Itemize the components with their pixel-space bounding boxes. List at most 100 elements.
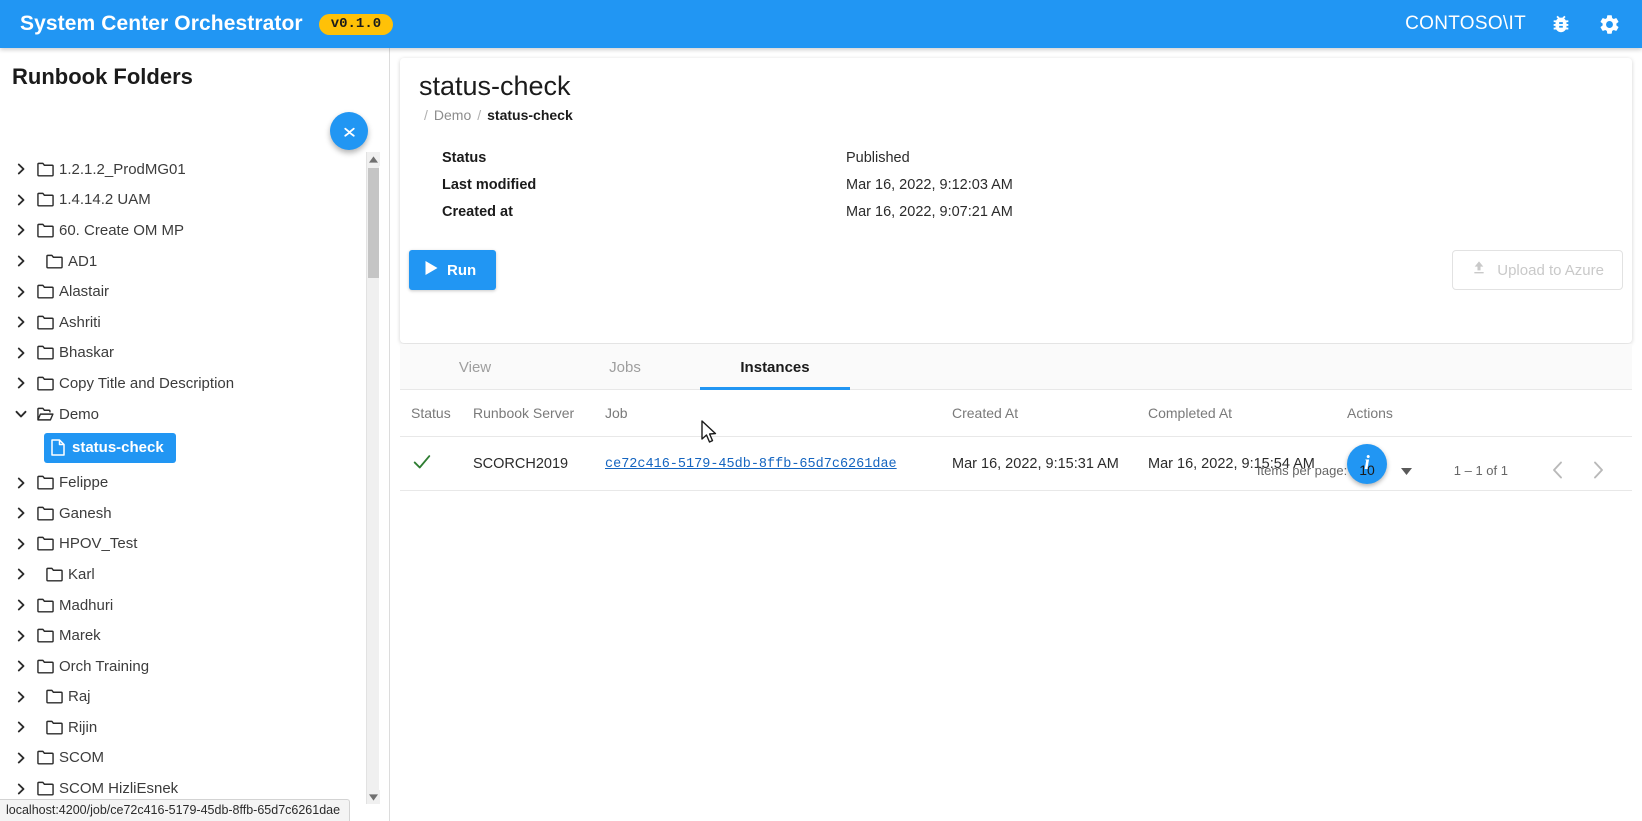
chevron-right-icon[interactable]: [10, 347, 32, 359]
paginator: Items per page: 10 1 – 1 of 1: [400, 444, 1632, 496]
chevron-right-icon[interactable]: [10, 286, 32, 298]
folder-node-ashriti[interactable]: Ashriti: [0, 307, 389, 338]
chevron-right-icon[interactable]: [10, 507, 32, 519]
chevron-right-icon[interactable]: [10, 599, 32, 611]
folder-node-marek[interactable]: Marek: [0, 620, 389, 651]
folder-icon: [32, 536, 58, 551]
col-header-created-at: Created At: [952, 405, 1019, 421]
chevron-right-icon[interactable]: [10, 568, 32, 580]
folder-node-alastair[interactable]: Alastair: [0, 276, 389, 307]
tab-instances[interactable]: Instances: [700, 344, 850, 390]
folder-node-karl[interactable]: Karl: [0, 559, 389, 590]
folder-node-demo[interactable]: Demo: [0, 399, 389, 430]
chevron-right-icon[interactable]: [10, 783, 32, 795]
items-per-page-select[interactable]: 10: [1359, 462, 1412, 478]
folder-icon: [32, 345, 58, 360]
folder-node-orch-training[interactable]: Orch Training: [0, 651, 389, 682]
folder-node-label: SCOM HizliEsnek: [59, 780, 179, 798]
chevron-right-icon[interactable]: [10, 316, 32, 328]
folder-node-label: Ashriti: [59, 313, 101, 331]
folder-icon: [32, 659, 58, 674]
folder-icon: [41, 689, 67, 704]
breadcrumb-link-demo[interactable]: Demo: [434, 107, 471, 123]
folder-node-copy-title-and-description[interactable]: Copy Title and Description: [0, 368, 389, 399]
chevron-right-icon[interactable]: [1578, 450, 1618, 490]
play-icon: [425, 261, 438, 279]
sidebar-item-status-check[interactable]: status-check: [44, 433, 176, 464]
upload-to-azure-button[interactable]: Upload to Azure: [1452, 250, 1623, 290]
folder-icon: [32, 506, 58, 521]
folder-icon: [41, 720, 67, 735]
chevron-right-icon[interactable]: [10, 194, 32, 206]
folder-icon: [32, 598, 58, 613]
chevron-right-icon[interactable]: [10, 377, 32, 389]
folder-node-label: Felippe: [59, 474, 109, 492]
folder-node-bhaskar[interactable]: Bhaskar: [0, 338, 389, 369]
chevron-right-icon[interactable]: [10, 538, 32, 550]
folder-node-label: Demo: [59, 405, 100, 423]
chevron-right-icon[interactable]: [10, 630, 32, 642]
meta-label-status: Status: [442, 150, 487, 167]
items-per-page-label: Items per page:: [1256, 462, 1348, 478]
tab-jobs[interactable]: Jobs: [550, 344, 700, 390]
app-header: System Center Orchestrator v0.1.0 CONTOS…: [0, 0, 1642, 48]
scroll-down-icon[interactable]: [367, 790, 380, 804]
gear-icon[interactable]: [1596, 11, 1622, 37]
sidebar-scrollbar[interactable]: [366, 152, 380, 804]
folder-icon: [32, 628, 58, 643]
upload-icon: [1471, 260, 1487, 280]
meta-label-last-modified: Last modified: [442, 177, 537, 194]
folder-node-felippe[interactable]: Felippe: [0, 467, 389, 498]
col-header-status: Status: [411, 405, 451, 421]
chevron-right-icon[interactable]: [10, 477, 32, 489]
chevron-right-icon[interactable]: [10, 721, 32, 733]
chevron-right-icon[interactable]: [10, 691, 32, 703]
tab-jobs-label: Jobs: [609, 358, 641, 376]
chevron-right-icon[interactable]: [10, 752, 32, 764]
run-button[interactable]: Run: [409, 250, 497, 290]
col-header-runbook-server: Runbook Server: [473, 405, 575, 421]
folder-icon: [32, 376, 58, 391]
folder-node-label: Orch Training: [59, 657, 150, 675]
folder-node-1-2-1-2-prodmg01[interactable]: 1.2.1.2_ProdMG01: [0, 154, 389, 185]
tab-view[interactable]: View: [400, 344, 550, 390]
chevron-right-icon[interactable]: [10, 255, 32, 267]
sidebar-item-label: status-check: [72, 439, 164, 457]
folder-node-raj[interactable]: Raj: [0, 682, 389, 713]
folder-icon: [32, 162, 58, 177]
chevron-right-icon[interactable]: [10, 163, 32, 175]
bug-icon[interactable]: [1548, 11, 1574, 37]
folder-icon: [32, 475, 58, 490]
scroll-up-icon[interactable]: [367, 152, 380, 166]
table-header-row: Status Runbook Server Job Created At Com…: [400, 390, 1632, 437]
folder-node-label: AD1: [68, 252, 98, 270]
folder-node-60-create-om-mp[interactable]: 60. Create OM MP: [0, 215, 389, 246]
page-title: status-check: [419, 71, 571, 101]
col-header-actions: Actions: [1347, 405, 1393, 421]
folder-icon: [32, 192, 58, 207]
chevron-down-icon[interactable]: [10, 408, 32, 420]
folder-node-ganesh[interactable]: Ganesh: [0, 498, 389, 529]
folder-node-ad1[interactable]: AD1: [0, 246, 389, 277]
folder-node-scom[interactable]: SCOM: [0, 743, 389, 774]
folder-node-label: 1.2.1.2_ProdMG01: [59, 160, 186, 178]
folder-tree[interactable]: 1.2.1.2_ProdMG01 1.4.14.2 UAM 60. Create O…: [0, 152, 389, 804]
folder-node-rijin[interactable]: Rijin: [0, 712, 389, 743]
sidebar: Runbook Folders 1.2.1.2_ProdMG01 1.4.14.2…: [0, 48, 390, 821]
folder-node-1-4-14-2-uam[interactable]: 1.4.14.2 UAM: [0, 185, 389, 216]
items-per-page-value: 10: [1359, 462, 1375, 478]
folder-node-madhuri[interactable]: Madhuri: [0, 590, 389, 621]
chevron-left-icon[interactable]: [1538, 450, 1578, 490]
folder-node-label: SCOM: [59, 749, 104, 767]
chevron-right-icon[interactable]: [10, 660, 32, 672]
breadcrumb-separator-2: /: [477, 106, 482, 123]
chevron-right-icon[interactable]: [10, 224, 32, 236]
meta-value-last-modified: Mar 16, 2022, 9:12:03 AM: [846, 177, 1013, 194]
run-button-label: Run: [447, 261, 477, 279]
mouse-cursor: [700, 420, 720, 451]
folder-node-label: HPOV_Test: [59, 535, 138, 553]
folder-node-hpov-test[interactable]: HPOV_Test: [0, 529, 389, 560]
collapse-all-icon[interactable]: [330, 112, 368, 150]
meta-row-last-modified: Last modified Mar 16, 2022, 9:12:03 AM: [442, 172, 1632, 199]
scrollbar-thumb[interactable]: [368, 168, 379, 278]
